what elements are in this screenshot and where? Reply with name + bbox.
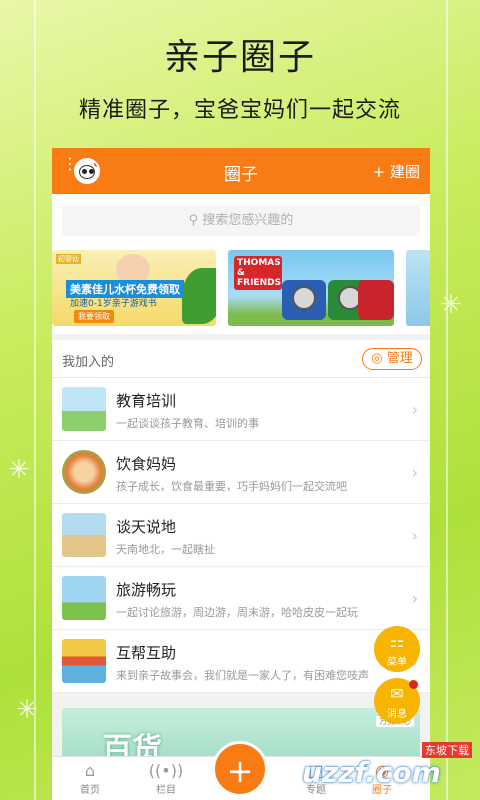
- message-float-button[interactable]: ✉ 消息: [374, 678, 420, 724]
- dandelion-decor: ✳: [440, 290, 462, 320]
- circle-name: 教育培训: [116, 392, 177, 410]
- tab-columns-label: 栏目: [156, 785, 176, 796]
- circle-desc: 来到亲子故事会，我们就是一家人了，有困难您吱声: [116, 669, 369, 682]
- joined-section-header: 我加入的 ◎ 管理: [52, 340, 430, 378]
- circle-name: 旅游畅玩: [116, 581, 177, 599]
- notification-dot: [409, 680, 418, 689]
- train-image: [358, 280, 394, 320]
- search-icon: ⚲: [188, 213, 199, 228]
- search-placeholder: 搜索您感兴趣的: [202, 213, 294, 228]
- education-thumbnail: [62, 387, 106, 431]
- watermark-logo: uzzf.com: [302, 756, 441, 789]
- list-item[interactable]: 旅游畅玩 一起讨论旅游，周边游，周末游，哈哈皮皮一起玩 ›: [52, 567, 430, 630]
- banner-claim-button[interactable]: 我要领取: [74, 310, 114, 323]
- manage-button[interactable]: ◎ 管理: [362, 348, 422, 370]
- list-item[interactable]: 教育培训 一起谈谈孩子教育、培训的事 ›: [52, 378, 430, 441]
- promo-subtitle: 精准圈子，宝爸宝妈们一起交流: [78, 98, 401, 123]
- circle-name: 饮食妈妈: [116, 455, 177, 473]
- chevron-right-icon: ›: [411, 589, 418, 608]
- search-input[interactable]: ⚲ 搜索您感兴趣的: [62, 206, 420, 236]
- banner-thomas[interactable]: THOMAS & FRIENDS: [228, 250, 394, 326]
- manage-label: 管理: [386, 351, 413, 366]
- tab-home[interactable]: ⌂ 首页: [60, 761, 120, 796]
- list-item[interactable]: 谈天说地 天南地北，一起瞎扯 ›: [52, 504, 430, 567]
- joined-label: 我加入的: [62, 355, 115, 370]
- list-item[interactable]: 饮食妈妈 孩子成长，饮食最重要，巧手妈妈们一起交流吧 ›: [52, 441, 430, 504]
- home-icon: ⌂: [84, 761, 96, 780]
- settings-circle-icon: ◎: [371, 351, 383, 366]
- circle-name: 互帮互助: [116, 644, 177, 662]
- circle-desc: 一起谈谈孩子教育、培训的事: [116, 417, 259, 430]
- tab-home-label: 首页: [80, 785, 100, 796]
- banner-third[interactable]: [406, 250, 430, 326]
- promo-title: 亲子圈子: [163, 37, 316, 78]
- banner-subline: 加速0-1岁亲子游戏书: [70, 299, 157, 309]
- chevron-right-icon: ›: [411, 400, 418, 419]
- chevron-right-icon: ›: [411, 526, 418, 545]
- dandelion-decor: ✳: [8, 455, 30, 485]
- banner-tag: 初婴幼: [56, 254, 81, 264]
- tab-columns[interactable]: ((•)) 栏目: [136, 761, 196, 796]
- broadcast-icon: ((•)): [148, 761, 184, 780]
- add-button[interactable]: +: [212, 741, 268, 797]
- grid-icon: ⚏: [389, 632, 405, 651]
- food-thumbnail: [62, 450, 106, 494]
- circle-desc: 孩子成长，饮食最重要，巧手妈妈们一起交流吧: [116, 480, 347, 493]
- help-thumbnail: [62, 639, 106, 683]
- create-circle-button[interactable]: + 建圈: [373, 161, 420, 182]
- banner-carousel: 初婴幼 美素佳儿水杯免费领取 加速0-1岁亲子游戏书 我要领取 THOMAS &…: [52, 244, 430, 334]
- site-watermark: 东坡下载 uzzf.com: [302, 742, 474, 792]
- top-bar: ⋮ 圈子 + 建圈: [52, 148, 430, 194]
- banner-milk-cup[interactable]: 初婴幼 美素佳儿水杯免费领取 加速0-1岁亲子游戏书 我要领取: [52, 250, 216, 326]
- app-screen: ⋮ 圈子 + 建圈 ⚲ 搜索您感兴趣的 初婴幼 美素佳儿水杯免费领取 加速0-1…: [52, 148, 430, 800]
- dandelion-decor: ✳: [16, 695, 38, 725]
- thomas-logo: THOMAS & FRIENDS: [234, 256, 282, 290]
- menu-float-label: 菜单: [387, 657, 407, 668]
- decor-line: [446, 0, 448, 800]
- message-float-label: 消息: [387, 709, 407, 720]
- travel-thumbnail: [62, 576, 106, 620]
- menu-float-button[interactable]: ⚏ 菜单: [374, 626, 420, 672]
- search-area: ⚲ 搜索您感兴趣的: [52, 194, 430, 244]
- circle-desc: 天南地北，一起瞎扯: [116, 543, 215, 556]
- circle-desc: 一起讨论旅游，周边游，周末游，哈哈皮皮一起玩: [116, 606, 358, 619]
- chevron-right-icon: ›: [411, 463, 418, 482]
- decor-line: [34, 0, 36, 800]
- train-image: [282, 280, 326, 320]
- chat-thumbnail: [62, 513, 106, 557]
- circle-name: 谈天说地: [116, 518, 177, 536]
